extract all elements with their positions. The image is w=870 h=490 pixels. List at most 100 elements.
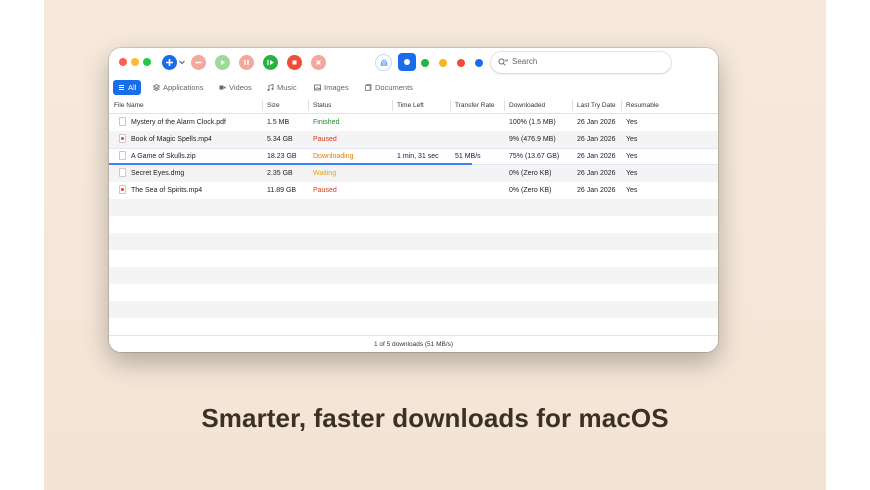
toolbar: Search xyxy=(109,48,718,78)
file-size: 2.35 GB xyxy=(267,170,293,177)
column-downloaded[interactable]: Downloaded xyxy=(509,102,545,109)
file-name: Mystery of the Alarm Clock.pdf xyxy=(131,119,226,126)
tab-videos-label: Videos xyxy=(229,83,252,92)
resume-all-button[interactable] xyxy=(263,55,278,70)
pause-icon xyxy=(244,60,249,65)
downloaded: 0% (Zero KB) xyxy=(509,187,552,194)
status-text: Waiting xyxy=(313,170,337,177)
resumable: Yes xyxy=(626,119,638,126)
table-row[interactable]: The Sea of Spirits.mp4 11.89 GB Paused 0… xyxy=(109,182,718,199)
tab-applications-label: Applications xyxy=(163,83,204,92)
tab-videos[interactable]: Videos xyxy=(219,80,252,95)
image-icon xyxy=(314,84,321,91)
tab-images-label: Images xyxy=(324,83,349,92)
status-text: Finished xyxy=(313,119,340,126)
column-transfer-rate[interactable]: Transfer Rate xyxy=(455,102,495,109)
last-try-date: 26 Jan 2026 xyxy=(577,119,616,126)
resumable: Yes xyxy=(626,187,638,194)
search-placeholder: Search xyxy=(512,57,538,66)
table-row[interactable]: Secret Eyes.dmg 2.35 GB Waiting 0% (Zero… xyxy=(109,165,718,182)
status-bar-text: 1 of 5 downloads (51 MB/s) xyxy=(373,341,454,348)
downloaded: 9% (476.9 MB) xyxy=(509,136,556,143)
status-text: Paused xyxy=(313,187,337,194)
tab-all[interactable]: All xyxy=(113,80,142,95)
remove-button[interactable] xyxy=(191,55,206,70)
music-icon xyxy=(267,84,274,91)
column-file-name[interactable]: File Name xyxy=(114,102,144,109)
tagline: Smarter, faster downloads for macOS xyxy=(201,403,669,433)
file-size: 11.89 GB xyxy=(267,187,297,194)
empty-row xyxy=(109,233,718,250)
status-bar: 1 of 5 downloads (51 MB/s) xyxy=(109,335,718,352)
color-filter-green[interactable] xyxy=(421,59,429,67)
color-filter-blue[interactable] xyxy=(475,59,483,67)
status-text: Paused xyxy=(313,136,337,143)
file-name: The Sea of Spirits.mp4 xyxy=(131,187,203,194)
tab-documents[interactable]: Documents xyxy=(365,80,413,95)
column-time-left[interactable]: Time Left xyxy=(397,102,424,109)
downloaded: 75% (13.67 GB) xyxy=(509,153,560,160)
table-row[interactable]: Book of Magic Spells.mp4 5.34 GB Paused … xyxy=(109,131,718,148)
tab-applications[interactable]: Applications xyxy=(153,80,203,95)
list-icon xyxy=(119,85,124,90)
video-file-icon xyxy=(119,134,126,143)
filter-bar: All Applications Videos Music Images Doc… xyxy=(109,80,718,96)
column-size[interactable]: Size xyxy=(267,102,280,109)
downloaded: 0% (Zero KB) xyxy=(509,170,552,177)
zip-file-icon xyxy=(119,151,126,160)
file-name: A Game of Skulls.zip xyxy=(131,153,196,160)
zoom-window-button[interactable] xyxy=(143,58,151,66)
table-row[interactable]: A Game of Skulls.zip 18.23 GB Downloadin… xyxy=(109,148,718,165)
transfer-rate: 51 MB/s xyxy=(455,153,481,160)
color-filter-all-button[interactable] xyxy=(398,53,416,71)
column-status[interactable]: Status xyxy=(313,102,331,109)
tab-music-label: Music xyxy=(277,83,297,92)
empty-row xyxy=(109,250,718,267)
file-name: Secret Eyes.dmg xyxy=(131,170,185,177)
empty-row xyxy=(109,318,718,335)
stack-icon xyxy=(153,84,160,91)
start-icon xyxy=(221,60,225,65)
search-field[interactable]: Search xyxy=(491,52,671,73)
close-window-button[interactable] xyxy=(119,58,127,66)
last-try-date: 26 Jan 2026 xyxy=(577,187,616,194)
chevron-down-icon[interactable] xyxy=(179,60,185,65)
downloaded: 100% (1.5 MB) xyxy=(509,119,556,126)
table-header: File Name Size Status Time Left Transfer… xyxy=(109,98,718,114)
column-divider xyxy=(572,100,573,111)
column-last-try-date[interactable]: Last Try Date xyxy=(577,102,616,109)
cancel-button[interactable] xyxy=(311,55,326,70)
column-resumable[interactable]: Resumable xyxy=(626,102,659,109)
tab-all-label: All xyxy=(128,83,137,92)
fingerprint-icon xyxy=(380,59,387,67)
column-divider xyxy=(262,100,263,111)
dmg-file-icon xyxy=(119,168,126,177)
last-try-date: 26 Jan 2026 xyxy=(577,170,616,177)
table-row[interactable]: Mystery of the Alarm Clock.pdf 1.5 MB Fi… xyxy=(109,114,718,131)
pause-button[interactable] xyxy=(239,55,254,70)
fingerprint-button[interactable] xyxy=(376,55,391,70)
stop-all-button[interactable] xyxy=(287,55,302,70)
empty-row xyxy=(109,284,718,301)
add-download-button[interactable] xyxy=(162,55,177,70)
color-filter-red[interactable] xyxy=(457,59,465,67)
empty-row xyxy=(109,301,718,318)
app-window: Search All Applications Videos Music Ima… xyxy=(109,48,718,352)
tab-documents-label: Documents xyxy=(375,83,413,92)
empty-row xyxy=(109,199,718,216)
column-divider xyxy=(621,100,622,111)
add-download-icon xyxy=(166,59,173,66)
color-filter-yellow[interactable] xyxy=(439,59,447,67)
tab-music[interactable]: Music xyxy=(267,80,297,95)
time-left: 1 min, 31 sec xyxy=(397,153,439,160)
tab-images[interactable]: Images xyxy=(314,80,349,95)
start-button[interactable] xyxy=(215,55,230,70)
minimize-window-button[interactable] xyxy=(131,58,139,66)
resumable: Yes xyxy=(626,170,638,177)
file-size: 18.23 GB xyxy=(267,153,297,160)
file-name: Book of Magic Spells.mp4 xyxy=(131,136,212,143)
resume-all-icon xyxy=(267,60,274,65)
column-divider xyxy=(308,100,309,111)
color-dot-icon xyxy=(404,59,410,65)
file-size: 1.5 MB xyxy=(267,119,290,126)
